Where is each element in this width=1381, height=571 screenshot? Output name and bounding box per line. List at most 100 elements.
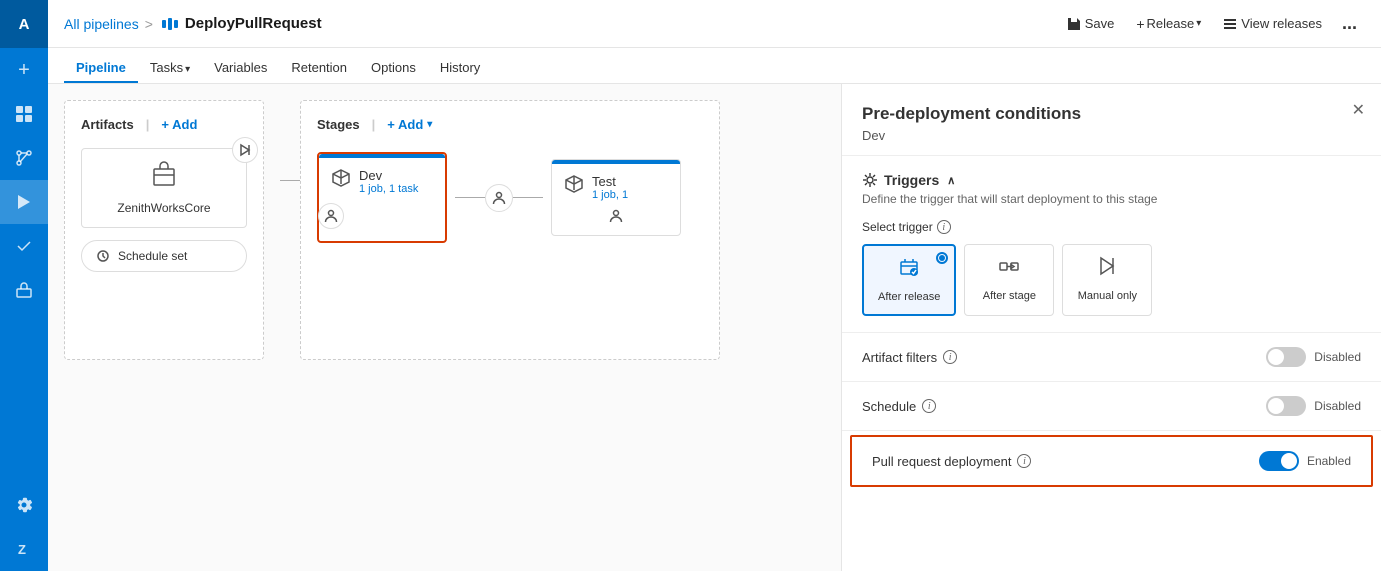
clock-icon <box>96 249 110 263</box>
page-title: DeployPullRequest <box>161 15 322 33</box>
panel-subtitle: Dev <box>862 128 1361 143</box>
sidebar: A + Z <box>0 0 48 571</box>
trigger-manual-only[interactable]: Manual only <box>1062 244 1152 316</box>
release-button[interactable]: + Release ▾ <box>1126 11 1211 37</box>
stage-connector-1 <box>447 184 551 212</box>
pull-request-toggle[interactable] <box>1259 451 1299 471</box>
person-icon-3 <box>609 209 623 223</box>
user-avatar[interactable]: A <box>0 0 48 48</box>
stage-sub: 1 job, 1 task <box>359 183 418 195</box>
panel-header: Pre-deployment conditions Dev ✕ <box>842 84 1381 156</box>
tab-tasks[interactable]: Tasks▾ <box>138 54 202 83</box>
stage-progress-bar-test <box>552 160 680 164</box>
stage-progress-bar <box>319 154 445 158</box>
sidebar-icon-pipelines[interactable] <box>0 180 48 224</box>
schedule-label: Schedule set <box>118 249 187 263</box>
artifact-filters-info-icon[interactable]: i <box>943 350 957 364</box>
triggers-label: Triggers <box>884 172 939 188</box>
stages-box: Stages | + Add ▾ <box>300 100 720 360</box>
svg-text:Z: Z <box>18 542 26 557</box>
stage-connector-circle[interactable] <box>485 184 513 212</box>
panel-close-button[interactable]: ✕ <box>1352 100 1365 120</box>
trigger-after-release[interactable]: After release <box>862 244 956 316</box>
trigger-after-stage-label: After stage <box>983 289 1036 303</box>
trigger-manual-only-icon <box>1096 255 1118 283</box>
artifact-type-icon <box>150 161 178 195</box>
sidebar-icon-boards[interactable] <box>0 92 48 136</box>
schedule-toggle[interactable] <box>1266 396 1306 416</box>
release-chevron-icon: ▾ <box>1196 18 1201 29</box>
stage-sub-test: 1 job, 1 <box>592 189 628 201</box>
save-button[interactable]: Save <box>1057 11 1125 36</box>
schedule-info-icon[interactable]: i <box>922 399 936 413</box>
sidebar-icon-settings[interactable] <box>0 483 48 527</box>
stage-approver-btn[interactable] <box>318 203 344 229</box>
stages-add-chevron-icon: ▾ <box>427 119 432 130</box>
schedule-toggle-label: Disabled <box>1314 399 1361 413</box>
view-releases-button[interactable]: View releases <box>1213 11 1332 36</box>
sidebar-icon-testplans[interactable] <box>0 224 48 268</box>
topbar: All pipelines > DeployPullRequest Save +… <box>48 0 1381 48</box>
sidebar-icon-artifacts[interactable] <box>0 268 48 312</box>
artifact-filters-label: Artifact filters i <box>862 350 957 365</box>
trigger-manual-only-label: Manual only <box>1078 289 1137 303</box>
stage-approver-btn-test[interactable] <box>564 209 668 223</box>
stage-card-body-test: Test 1 job, 1 <box>564 174 668 201</box>
add-artifact-button[interactable]: + Add <box>161 117 197 132</box>
stage-info: Dev 1 job, 1 task <box>359 168 418 195</box>
tab-options[interactable]: Options <box>359 54 428 83</box>
connector-line-2 <box>513 197 543 198</box>
right-panel: Pre-deployment conditions Dev ✕ Triggers… <box>841 84 1381 571</box>
connector-line <box>280 180 300 181</box>
pull-request-row: Pull request deployment i Enabled <box>850 435 1373 487</box>
trigger-options: After release After stage Ma <box>862 244 1361 316</box>
artifact-badge[interactable] <box>232 137 258 163</box>
trigger-after-stage[interactable]: After stage <box>964 244 1054 316</box>
stage-deploy-icon <box>331 168 351 193</box>
tab-history[interactable]: History <box>428 54 492 83</box>
triggers-chevron-icon[interactable]: ∧ <box>947 174 955 187</box>
stage-name: Dev <box>359 168 418 183</box>
artifact-filters-toggle-wrap: Disabled <box>1266 347 1361 367</box>
sidebar-icon-repos[interactable] <box>0 136 48 180</box>
panel-title: Pre-deployment conditions <box>862 104 1361 124</box>
pull-request-toggle-label: Enabled <box>1307 454 1351 468</box>
artifacts-box: Artifacts | + Add ZenithWorksCore <box>64 100 264 360</box>
pipeline-icon <box>161 15 179 33</box>
stage-card-test[interactable]: Test 1 job, 1 <box>551 159 681 236</box>
triggers-section-title: Triggers ∧ <box>862 172 1361 188</box>
breadcrumb-separator: > <box>145 16 153 32</box>
schedule-card[interactable]: Schedule set <box>81 240 247 272</box>
tab-variables[interactable]: Variables <box>202 54 279 83</box>
artifacts-stages-connector <box>280 180 300 181</box>
connector-line <box>455 197 485 198</box>
artifact-filters-toggle[interactable] <box>1266 347 1306 367</box>
artifact-name-label: ZenithWorksCore <box>117 201 210 215</box>
artifact-card[interactable]: ZenithWorksCore <box>81 148 247 228</box>
add-stage-button[interactable]: + Add ▾ <box>387 117 432 132</box>
select-trigger-info-icon[interactable]: i <box>937 220 951 234</box>
pipeline-canvas: Artifacts | + Add ZenithWorksCore <box>48 84 841 571</box>
all-pipelines-link[interactable]: All pipelines <box>64 16 139 32</box>
sidebar-icon-extensions[interactable]: Z <box>0 527 48 571</box>
schedule-toggle-wrap: Disabled <box>1266 396 1361 416</box>
content-area: Artifacts | + Add ZenithWorksCore <box>48 84 1381 571</box>
pipeline-section: Artifacts | + Add ZenithWorksCore <box>64 100 825 360</box>
pull-request-info-icon[interactable]: i <box>1017 454 1031 468</box>
stage-card-body: Dev 1 job, 1 task <box>331 168 433 195</box>
stage-deploy-icon-test <box>564 174 584 199</box>
list-icon <box>1223 17 1237 31</box>
tab-retention[interactable]: Retention <box>279 54 359 83</box>
pull-request-label: Pull request deployment i <box>872 454 1031 469</box>
stage-card-dev[interactable]: Dev 1 job, 1 task <box>317 152 447 243</box>
tab-pipeline[interactable]: Pipeline <box>64 54 138 83</box>
stages-flow: Dev 1 job, 1 task <box>317 152 703 243</box>
artifacts-header: Artifacts | + Add <box>81 117 247 132</box>
tasks-chevron-icon: ▾ <box>185 64 190 75</box>
sidebar-add-btn[interactable]: + <box>0 48 48 92</box>
topbar-actions: Save + Release ▾ View releases ... <box>1057 8 1365 39</box>
more-options-button[interactable]: ... <box>1334 8 1365 39</box>
stage-name-test: Test <box>592 174 628 189</box>
stage-info-test: Test 1 job, 1 <box>592 174 628 201</box>
artifact-filters-toggle-label: Disabled <box>1314 350 1361 364</box>
